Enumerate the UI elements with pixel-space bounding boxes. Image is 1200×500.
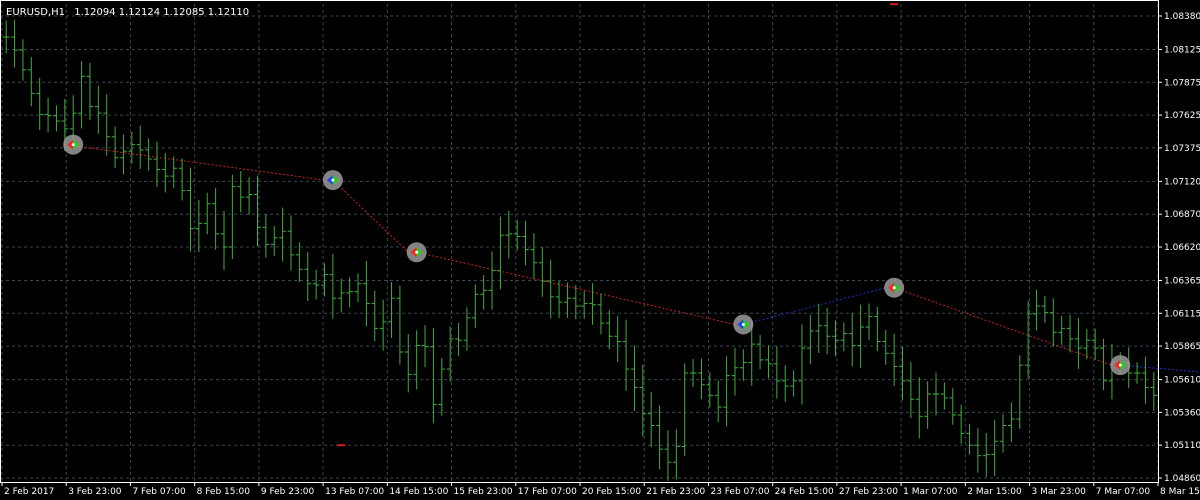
x-tick-label: 2 Feb 2017 — [4, 487, 54, 497]
y-tick-label: 1.05360 — [1164, 408, 1200, 418]
price-chart[interactable]: 1.08380 1.08125 1.07875 1.07625 1.07375 1.071… — [0, 0, 1200, 500]
y-tick-label: 1.06115 — [1164, 309, 1200, 319]
y-tick-label: 1.07120 — [1164, 177, 1200, 187]
symbol-label: EURUSD,H1 1.12094 1.12124 1.12085 1.1211… — [6, 7, 249, 18]
x-tick-label: 24 Feb 15:00 — [775, 487, 834, 497]
x-tick-label: 17 Feb 07:00 — [518, 487, 577, 497]
marker-dot — [1118, 363, 1122, 367]
x-tick-label: 9 Feb 23:00 — [261, 487, 315, 497]
x-tick-label: 14 Feb 15:00 — [389, 487, 448, 497]
x-tick-label: 3 Mar 23:00 — [1032, 487, 1087, 497]
x-tick-label: 23 Feb 07:00 — [710, 487, 769, 497]
x-tick-label: 7 Mar 07:00 — [1096, 487, 1151, 497]
y-tick-label: 1.05610 — [1164, 376, 1200, 386]
x-tick-label: 1 Mar 07:00 — [903, 487, 958, 497]
y-tick-label: 1.06365 — [1164, 276, 1200, 286]
x-tick-label: 21 Feb 23:00 — [646, 487, 705, 497]
marker-dot — [415, 250, 419, 254]
trade-marker — [322, 170, 343, 191]
y-tick-label: 1.04860 — [1164, 474, 1200, 484]
price-axis: 1.08380 1.08125 1.07875 1.07625 1.07375 1.071… — [1158, 12, 1200, 484]
y-tick-label: 1.07625 — [1164, 111, 1200, 121]
marker-dot — [331, 178, 335, 182]
y-tick-label: 1.05865 — [1164, 342, 1200, 352]
x-tick-label: 3 Feb 23:00 — [68, 487, 122, 497]
y-tick-label: 1.07375 — [1164, 144, 1200, 154]
x-tick-label: 15 Feb 23:00 — [454, 487, 513, 497]
trade-marker — [63, 134, 84, 155]
ohlc-values: 1.12094 1.12124 1.12085 1.12110 — [74, 7, 249, 18]
marker-dot — [71, 143, 75, 147]
trade-marker — [406, 242, 427, 263]
y-tick-label: 1.06870 — [1164, 210, 1200, 220]
x-tick-label: 27 Feb 23:00 — [839, 487, 898, 497]
trade-marker — [733, 314, 754, 335]
x-tick-label: 20 Feb 15:00 — [582, 487, 641, 497]
marker-dot — [892, 286, 896, 290]
y-tick-label: 1.08380 — [1164, 12, 1200, 22]
trade-marker — [1110, 355, 1131, 376]
symbol-name: EURUSD,H1 — [6, 7, 65, 18]
x-tick-label: 8 Feb 15:00 — [197, 487, 251, 497]
x-tick-label: 13 Feb 07:00 — [325, 487, 384, 497]
x-tick-label: 2 Mar 15:00 — [967, 487, 1022, 497]
y-tick-label: 1.05110 — [1164, 441, 1200, 451]
x-tick-label: 7 Feb 07:00 — [132, 487, 186, 497]
y-tick-label: 1.08125 — [1164, 45, 1200, 55]
marker-dot — [741, 322, 745, 326]
x-tick-label: 8 Mar 15:00 — [1160, 487, 1200, 497]
y-tick-label: 1.06620 — [1164, 243, 1200, 253]
y-tick-label: 1.07875 — [1164, 78, 1200, 88]
trade-marker — [884, 277, 905, 298]
